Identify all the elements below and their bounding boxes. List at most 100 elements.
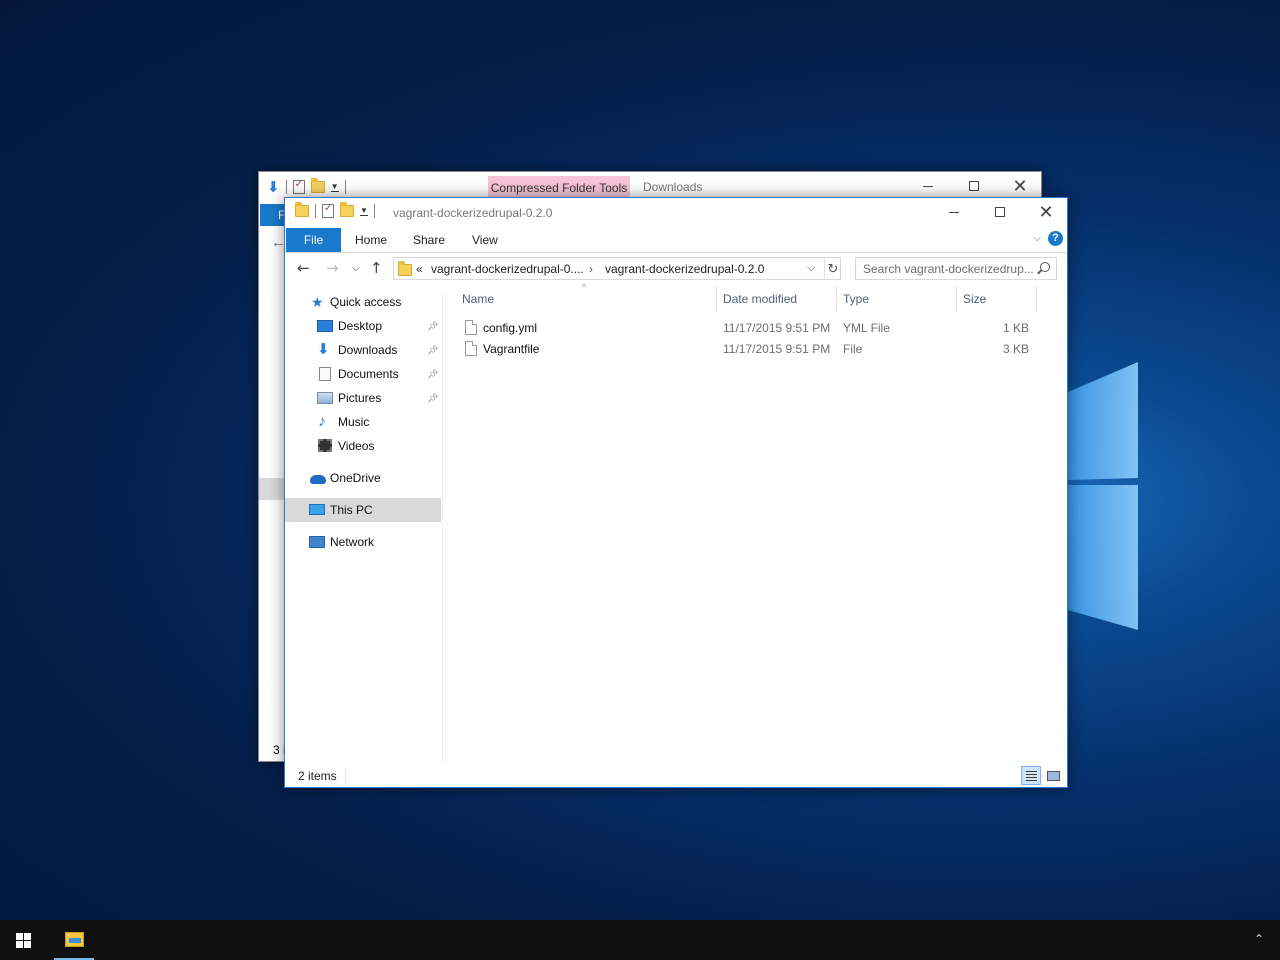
tab-home[interactable]: Home: [355, 228, 387, 252]
nav-network[interactable]: Network: [285, 530, 441, 554]
nav-label: Pictures: [338, 391, 382, 405]
minimize-button[interactable]: [931, 198, 977, 226]
windows-logo-icon: [16, 933, 23, 940]
show-hidden-icons-icon[interactable]: ⌃: [1254, 932, 1264, 946]
downloads-icon: ⬇: [317, 341, 330, 358]
minimize-button[interactable]: [905, 172, 951, 200]
search-icon[interactable]: [1040, 262, 1050, 272]
navigation-pane[interactable]: ★ Quick access Desktop 📌︎ ⬇ Downloads 📌︎…: [285, 293, 441, 733]
taskbar: ⌃: [0, 920, 1280, 960]
file-type: YML File: [843, 321, 890, 335]
downloads-titlebar[interactable]: ⬇ ▼ Compressed Folder Tools Downloads ✕: [259, 172, 1041, 200]
pin-icon[interactable]: 📌︎: [427, 321, 438, 332]
file-name: Vagrantfile: [483, 342, 540, 356]
breadcrumb-separator-icon[interactable]: ›: [589, 262, 593, 276]
new-folder-icon[interactable]: [310, 178, 325, 193]
taskbar-file-explorer[interactable]: [54, 920, 94, 960]
column-date-modified[interactable]: Date modified: [723, 292, 797, 314]
refresh-icon[interactable]: ↻: [824, 258, 841, 279]
close-button[interactable]: ✕: [1023, 198, 1069, 226]
column-divider[interactable]: [836, 286, 837, 312]
expand-ribbon-icon[interactable]: ⌵: [1033, 233, 1041, 244]
start-button[interactable]: [0, 920, 48, 960]
file-size: 3 KB: [1002, 342, 1029, 356]
nav-this-pc[interactable]: This PC: [285, 498, 441, 522]
nav-label: Music: [338, 415, 370, 429]
explorer-titlebar[interactable]: ▼ vagrant-dockerizedrupal-0.2.0 ✕: [285, 198, 1067, 226]
back-file-tab[interactable]: F: [260, 204, 286, 226]
customize-qat-icon[interactable]: ▼: [360, 206, 368, 216]
customize-qat-icon[interactable]: ▼: [330, 182, 339, 192]
forward-button[interactable]: →: [326, 259, 339, 277]
breadcrumb-current[interactable]: vagrant-dockerizedrupal-0.2.0: [605, 262, 764, 276]
file-row[interactable]: Vagrantfile 11/17/2015 9:51 PM File 3 KB: [457, 339, 1035, 360]
file-type: File: [843, 342, 863, 356]
documents-icon: [319, 367, 331, 381]
details-view-button[interactable]: [1021, 766, 1041, 785]
tab-file[interactable]: File: [286, 228, 341, 252]
this-pc-icon: [309, 504, 325, 515]
nav-item-desktop[interactable]: Desktop 📌︎: [285, 314, 441, 338]
file-name: config.yml: [483, 321, 538, 335]
nav-onedrive[interactable]: OneDrive: [285, 466, 441, 490]
nav-label: Documents: [338, 367, 399, 381]
explorer-window[interactable]: ▼ vagrant-dockerizedrupal-0.2.0 ✕ File H…: [284, 197, 1068, 788]
breadcrumb-parent[interactable]: vagrant-dockerizedrupal-0....: [431, 262, 584, 276]
address-dropdown-icon[interactable]: ⌵: [807, 262, 815, 275]
column-type[interactable]: Type: [843, 292, 869, 314]
column-name[interactable]: Name: [462, 292, 494, 314]
nav-item-music[interactable]: ♪ Music: [285, 410, 441, 434]
maximize-button[interactable]: [951, 172, 997, 200]
column-divider[interactable]: [1036, 286, 1037, 312]
new-folder-icon[interactable]: [340, 202, 354, 217]
address-bar[interactable]: « vagrant-dockerizedrupal-0.... › vagran…: [393, 257, 841, 280]
nav-label: Desktop: [338, 319, 383, 333]
quick-access-toolbar: ▼: [295, 202, 375, 218]
nav-item-pictures[interactable]: Pictures 📌︎: [285, 386, 441, 410]
close-button[interactable]: ✕: [997, 172, 1043, 200]
details-view-icon: [1026, 771, 1037, 781]
nav-label: OneDrive: [330, 471, 381, 485]
nav-label: Quick access: [330, 295, 402, 309]
maximize-button[interactable]: [977, 198, 1023, 226]
sort-ascending-icon: ^: [582, 282, 587, 292]
pin-icon[interactable]: 📌︎: [427, 345, 438, 356]
large-icons-view-icon: [1047, 771, 1060, 781]
pin-icon[interactable]: 📌︎: [427, 393, 438, 404]
downloads-arrow-icon: ⬇: [267, 179, 280, 196]
tab-share[interactable]: Share: [413, 228, 445, 252]
recent-locations-icon[interactable]: ⌵: [352, 263, 360, 274]
nav-label: Downloads: [338, 343, 398, 357]
nav-item-videos[interactable]: Videos: [285, 434, 441, 458]
item-count: 2 items: [298, 769, 337, 783]
column-divider[interactable]: [956, 286, 957, 312]
window-title: vagrant-dockerizedrupal-0.2.0: [393, 206, 553, 220]
search-box[interactable]: [855, 257, 1057, 280]
nav-item-downloads[interactable]: ⬇ Downloads 📌︎: [285, 338, 441, 362]
folder-icon: [295, 202, 309, 217]
navigation-pane-divider[interactable]: [442, 293, 443, 763]
large-icons-view-button[interactable]: [1043, 766, 1063, 785]
column-divider[interactable]: [716, 286, 717, 312]
nav-label: This PC: [330, 503, 373, 517]
nav-item-documents[interactable]: Documents 📌︎: [285, 362, 441, 386]
nav-label: Videos: [338, 439, 375, 453]
column-size[interactable]: Size: [963, 292, 986, 314]
tab-view[interactable]: View: [472, 228, 498, 252]
file-row[interactable]: config.yml 11/17/2015 9:51 PM YML File 1…: [457, 318, 1035, 339]
properties-icon[interactable]: [292, 179, 305, 194]
music-icon: ♪: [318, 413, 326, 430]
properties-icon[interactable]: [322, 203, 334, 218]
nav-quick-access[interactable]: ★ Quick access: [285, 290, 441, 314]
up-button[interactable]: ↑: [370, 259, 383, 277]
ribbon-tabs: File Home Share View ⌵ ?: [285, 226, 1067, 253]
search-input[interactable]: [863, 262, 1035, 276]
status-bar: 2 items: [285, 765, 1067, 787]
file-explorer-icon: [65, 932, 84, 947]
back-nav-selection: [259, 478, 285, 500]
help-icon[interactable]: ?: [1048, 231, 1063, 246]
pin-icon[interactable]: 📌︎: [427, 369, 438, 380]
back-button[interactable]: ←: [297, 259, 310, 277]
breadcrumb-overflow[interactable]: «: [416, 262, 423, 276]
quick-access-star-icon: ★: [311, 294, 324, 310]
